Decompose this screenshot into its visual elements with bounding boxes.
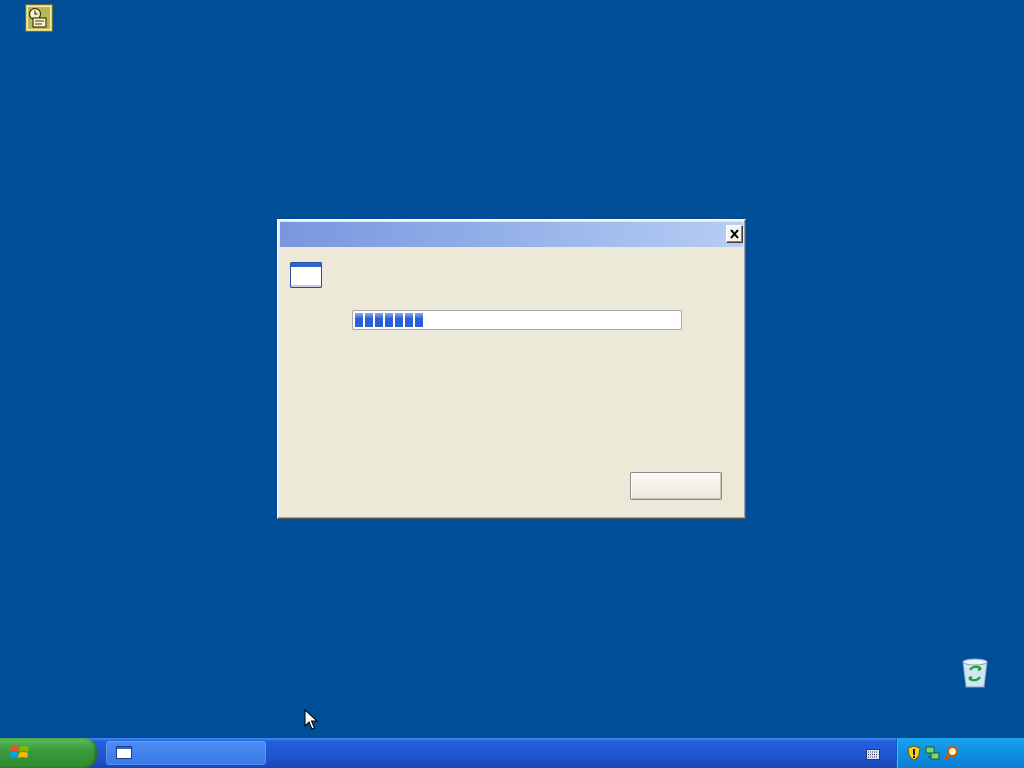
mouse-pointer-icon (304, 708, 319, 736)
windows-logo-icon (10, 746, 29, 758)
network-icon[interactable] (925, 745, 941, 761)
start-button[interactable] (0, 738, 97, 768)
progress-dialog (277, 219, 746, 519)
cancel-button[interactable] (630, 472, 722, 500)
dialog-titlebar[interactable] (280, 222, 743, 247)
search-icon[interactable] (943, 745, 959, 761)
close-button[interactable] (726, 225, 743, 243)
security-shield-icon[interactable] (907, 745, 921, 761)
taskbar-button[interactable] (106, 741, 266, 765)
taskbar (0, 738, 1024, 768)
progress-bar-fill (355, 313, 423, 327)
close-icon (730, 229, 739, 239)
keyboard-icon[interactable] (866, 747, 880, 765)
scheduled-task-icon[interactable] (25, 4, 53, 32)
desktop (0, 0, 1024, 738)
recycle-bin-icon[interactable] (958, 656, 992, 690)
window-icon (116, 746, 132, 759)
system-tray (896, 738, 1024, 768)
progress-bar (352, 310, 682, 330)
window-icon (290, 262, 322, 293)
